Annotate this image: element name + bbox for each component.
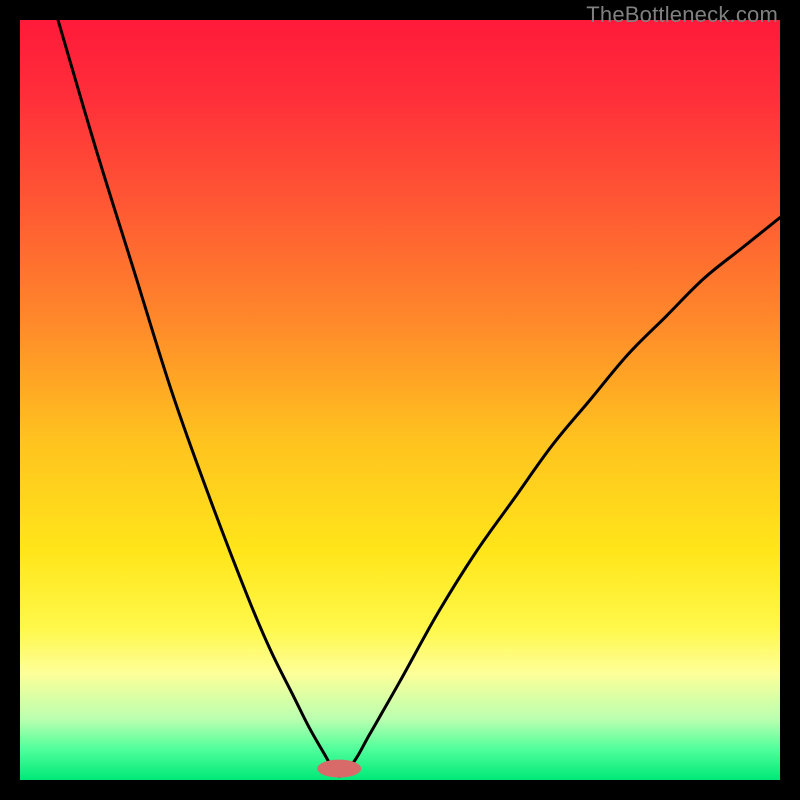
watermark-text: TheBottleneck.com (586, 2, 778, 28)
valley-marker (317, 760, 361, 778)
chart-plot (20, 20, 780, 780)
chart-frame (20, 20, 780, 780)
gradient-background (20, 20, 780, 780)
